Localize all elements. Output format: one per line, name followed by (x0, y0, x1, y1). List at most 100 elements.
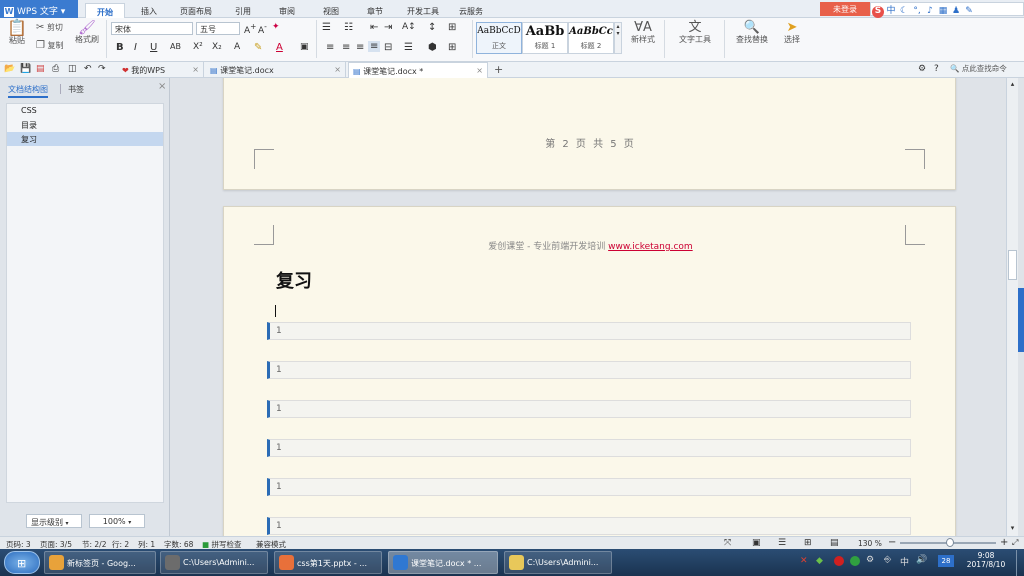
page-view-icon[interactable]: ▣ (752, 538, 761, 548)
chinese-layout-icon[interactable]: A↕ (402, 22, 416, 32)
close-icon[interactable]: × (192, 65, 199, 74)
doc-tab-mywps[interactable]: ❤ 我的WPS × (118, 62, 204, 78)
skin-icon[interactable]: ♟ (950, 6, 962, 18)
login-button[interactable]: 未登录 (820, 2, 870, 16)
volume-icon[interactable]: 🔊 (916, 555, 927, 565)
web-view-icon[interactable]: ⊞ (804, 538, 812, 548)
italic-icon[interactable]: I (134, 42, 137, 53)
find-replace-button[interactable]: 🔍 查找替换 (730, 21, 774, 45)
font-name-select[interactable]: 宋体 (111, 22, 193, 35)
outline-item-css[interactable]: CSS (7, 104, 163, 118)
taskbar-item-wps-writer[interactable]: 课堂笔记.docx * ... (388, 551, 498, 574)
app-menu-button[interactable]: W WPS 文字 ▾ (0, 0, 78, 18)
show-desktop-button[interactable] (1016, 550, 1024, 576)
text-tools-button[interactable]: 文文字工具 (672, 21, 718, 45)
borders-icon[interactable]: ⊞ (448, 42, 456, 53)
open-icon[interactable]: 📂 (4, 64, 15, 74)
align-right-icon[interactable]: ≡ (356, 42, 364, 53)
select-button[interactable]: ➤ 选择 (778, 21, 806, 45)
tab-review[interactable]: 审阅 (270, 3, 304, 18)
zoom-in-icon[interactable]: + (1000, 537, 1008, 548)
style-heading-2[interactable]: AaBbCc 标题 2 (568, 22, 614, 54)
shading-icon[interactable]: ⬢ (428, 42, 437, 53)
clear-format-icon[interactable]: ✦ (272, 22, 280, 32)
tab-page-layout[interactable]: 页面布局 (172, 3, 220, 18)
bold-icon[interactable]: B (116, 42, 124, 53)
strikethrough-icon[interactable]: AB (170, 42, 181, 51)
taskbar-item-pptx[interactable]: css第1天.pptx - ... (274, 551, 382, 574)
highlight-icon[interactable]: ✎ (254, 42, 262, 53)
styles-scroll[interactable]: ▴ ▾ (614, 22, 622, 54)
tray-security-icon[interactable]: ◆ (816, 556, 823, 566)
command-search[interactable]: 🔍 点此查找命令 (950, 63, 1022, 76)
tray-usb-icon[interactable]: ⎆ (884, 555, 891, 565)
tab-view[interactable]: 视图 (314, 3, 348, 18)
doc-tab-notes[interactable]: ▤ 课堂笔记.docx × (206, 62, 346, 78)
tray-badge[interactable]: 28 (938, 555, 954, 567)
system-clock[interactable]: 9:08 2017/8/10 (958, 551, 1014, 575)
shrink-font-icon[interactable]: A- (258, 22, 267, 36)
ime-mode-icon[interactable]: 中 (885, 3, 897, 16)
code-block[interactable]: 1 (267, 478, 911, 496)
nav-zoom-select[interactable]: 100% ▾ (89, 514, 145, 528)
ime-toolbar[interactable]: S 中 ☾ °, ♪ ▦ ♟ ✎ (870, 2, 1024, 18)
subscript-icon[interactable]: X₂ (212, 42, 222, 52)
heading-review[interactable]: 复习 (276, 267, 312, 293)
help-icon[interactable]: ? (934, 64, 939, 74)
bullets-icon[interactable]: ☰ (322, 22, 331, 33)
paste-button[interactable]: 📋 粘贴 (4, 20, 30, 46)
doc-tab-notes-active[interactable]: ▤ 课堂笔记.docx * × (348, 62, 488, 78)
line-spacing-icon[interactable]: ☰ (404, 42, 413, 53)
mic-icon[interactable]: ♪ (924, 6, 936, 18)
justify-icon[interactable]: ≡ (368, 41, 381, 52)
save-icon[interactable]: 💾 (20, 64, 31, 74)
close-icon[interactable]: × (476, 66, 483, 75)
tab-home[interactable]: 开始 (85, 3, 125, 18)
taskbar-item-chrome[interactable]: 新标签页 - Goog... (44, 551, 156, 574)
print-icon[interactable]: ⎙ (52, 64, 59, 74)
new-style-button[interactable]: ⱯA 新样式 (626, 21, 660, 45)
zoom-slider-thumb[interactable] (946, 538, 954, 547)
new-tab-icon[interactable]: + (494, 63, 503, 76)
focus-mode-icon[interactable]: ⤧ (724, 538, 731, 548)
moon-icon[interactable]: ☾ (898, 6, 910, 18)
code-block[interactable]: 1 (267, 400, 911, 418)
format-painter-button[interactable]: 🖌 格式刷 (72, 21, 102, 45)
taskbar-item-explorer-1[interactable]: C:\Users\Admini... (160, 551, 268, 574)
scroll-up-icon[interactable]: ▴ (1008, 80, 1017, 89)
reading-view-icon[interactable]: ▤ (830, 538, 839, 548)
tab-insert[interactable]: 插入 (132, 3, 166, 18)
outline-item-review[interactable]: 复习 (7, 132, 163, 146)
scroll-down-icon[interactable]: ▾ (1008, 524, 1017, 533)
cut-button[interactable]: ✂ 剪切 (36, 22, 70, 34)
code-block[interactable]: 1 (267, 361, 911, 379)
style-normal[interactable]: AaBbCcD 正文 (476, 22, 522, 54)
outline-view-icon[interactable]: ☰ (778, 538, 786, 548)
outdent-icon[interactable]: ⇤ (370, 22, 378, 33)
tray-ime-icon[interactable]: 中 (900, 555, 909, 568)
tray-network-icon[interactable]: ⚙ (866, 555, 874, 565)
export-pdf-icon[interactable]: ▤ (36, 64, 45, 74)
nav-tab-bookmarks[interactable]: 书签 (68, 84, 84, 95)
display-level-select[interactable]: 显示级别 ▾ (26, 514, 82, 528)
text-effect-icon[interactable]: A (234, 42, 240, 52)
superscript-icon[interactable]: X² (193, 42, 203, 52)
distribute-icon[interactable]: ⊟ (384, 42, 392, 53)
code-block[interactable]: 1 (267, 439, 911, 457)
tab-chapter[interactable]: 章节 (358, 3, 392, 18)
indent-icon[interactable]: ⇥ (384, 22, 392, 33)
align-center-icon[interactable]: ≡ (342, 42, 350, 53)
vertical-scrollbar[interactable]: ▴ ▾ (1006, 78, 1018, 536)
start-button[interactable]: ⊞ (4, 551, 40, 574)
tray-app-icon[interactable]: ✕ (800, 556, 808, 566)
side-panel-toggle[interactable] (1018, 288, 1024, 352)
tab-developer[interactable]: 开发工具 (400, 3, 446, 18)
numbering-icon[interactable]: ☷ (344, 22, 353, 33)
code-block[interactable]: 1 (267, 322, 911, 340)
scroll-thumb[interactable] (1008, 250, 1017, 280)
fullscreen-icon[interactable]: ⤢ (1012, 538, 1018, 548)
tools-icon[interactable]: ✎ (963, 6, 975, 18)
font-size-select[interactable]: 五号 (196, 22, 240, 35)
font-color-icon[interactable]: A (276, 42, 283, 53)
code-block[interactable]: 1 (267, 517, 911, 535)
